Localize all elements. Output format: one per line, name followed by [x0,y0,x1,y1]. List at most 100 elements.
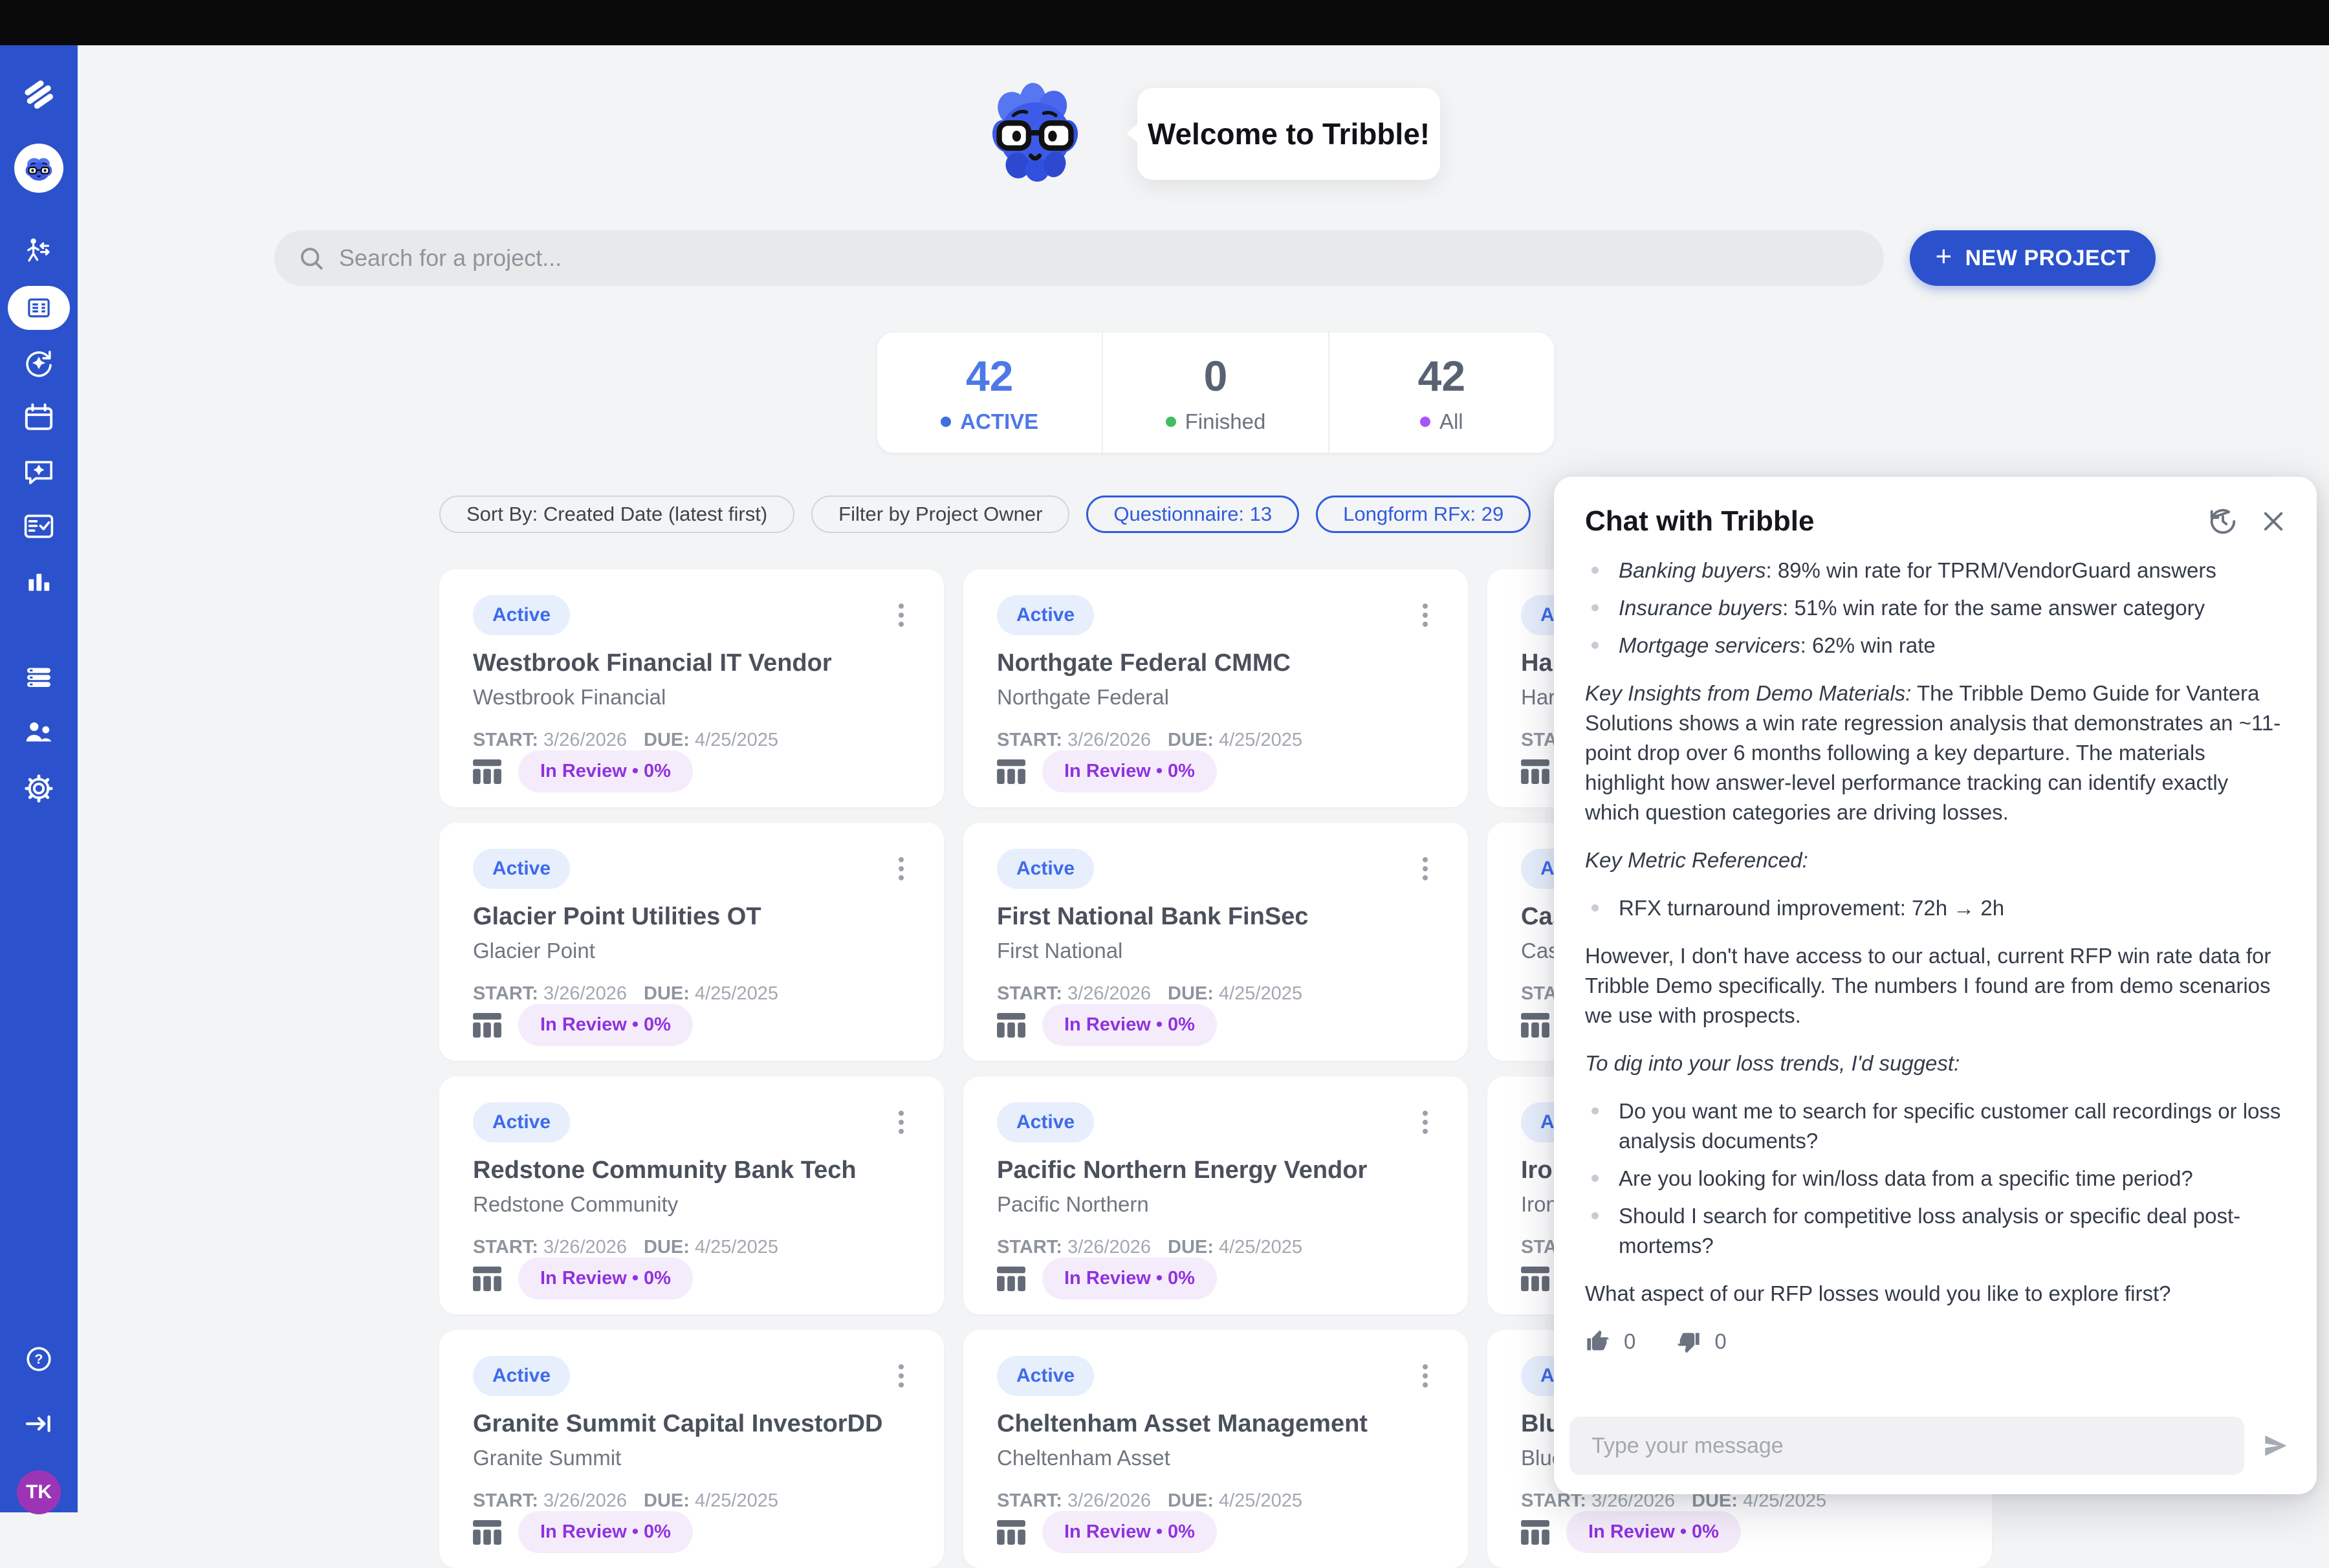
collapse-arrow-icon [19,1404,58,1443]
thumbs-down-count: 0 [1714,1327,1726,1356]
review-progress-badge: In Review • 0% [1042,1258,1217,1300]
start-date: 3/26/2026 [543,983,627,1004]
user-avatar[interactable]: TK [13,1466,65,1518]
project-card[interactable]: ActiveNorthgate Federal CMMCNorthgate Fe… [963,569,1468,807]
start-date: 3/26/2026 [543,1490,627,1511]
welcome-text: Welcome to Tribble! [1148,116,1430,151]
project-card[interactable]: ActiveRedstone Community Bank TechRedsto… [439,1076,944,1314]
chat-bullet: Insurance buyers: 51% win rate for the s… [1585,593,2288,623]
sort-by-chip[interactable]: Sort By: Created Date (latest first) [439,495,794,533]
project-card[interactable]: ActiveFirst National Bank FinSecFirst Na… [963,823,1468,1061]
checklist-icon [19,506,58,545]
thumbs-up-icon[interactable] [1585,1329,1611,1355]
due-date: 4/25/2025 [1219,730,1302,750]
sidebar-item-review[interactable] [13,500,65,552]
stat-active[interactable]: 42 ACTIVE [877,332,1102,453]
table-icon [997,1013,1025,1038]
sidebar-item-settings[interactable] [13,763,65,814]
stat-all-label: All [1439,409,1463,434]
project-title: Glacier Point Utilities OT [473,903,910,931]
project-title: Granite Summit Capital InvestorDD [473,1410,910,1438]
new-project-label: NEW PROJECT [1965,246,2130,271]
table-icon [473,1267,501,1291]
message-feedback: 0 0 [1585,1327,2288,1356]
project-title: Cheltenham Asset Management [997,1410,1434,1438]
kebab-menu-icon[interactable] [1416,1360,1434,1391]
sidebar-item-calendar[interactable] [13,392,65,444]
mascot-avatar[interactable] [13,142,65,194]
chat-input-row [1554,1402,2317,1494]
project-card[interactable]: ActiveCheltenham Asset ManagementChelten… [963,1330,1468,1568]
history-icon [2208,506,2238,536]
status-badge: Active [473,849,570,889]
project-card[interactable]: Active Glacier Point Utilities OT Glacier … [439,823,944,1061]
chat-bullet: Should I search for competitive loss ana… [1585,1201,2288,1261]
stat-finished[interactable]: 0 Finished [1102,332,1328,453]
sidebar-item-help[interactable]: ? [13,1333,65,1385]
review-progress-badge: In Review • 0% [1042,750,1217,792]
all-dot [1420,417,1430,427]
chat-para: Key Metric Referenced: [1585,845,2288,875]
tribble-mascot [981,76,1089,185]
kebab-menu-icon[interactable] [1416,1107,1434,1138]
project-dates: START: 3/26/2026DUE: 4/25/2025 [473,1237,795,1258]
due-date: 4/25/2025 [1219,1490,1302,1511]
review-progress-badge: In Review • 0% [518,1004,693,1046]
sidebar-item-handoff[interactable] [13,228,65,279]
sidebar-item-projects-active[interactable] [8,286,70,330]
search-bar[interactable] [274,230,1884,286]
mascot-face-icon [19,149,58,188]
thumbs-down-icon[interactable] [1676,1329,1701,1355]
filter-owner-chip[interactable]: Filter by Project Owner [811,495,1069,533]
kebab-menu-icon[interactable] [892,853,910,884]
stat-finished-label: Finished [1185,409,1266,434]
table-icon [1521,1013,1549,1038]
project-client: Glacier Point [473,939,910,963]
mascot-avatar-circle [14,144,63,193]
search-input[interactable] [339,245,1861,272]
send-button[interactable] [2251,1421,2300,1470]
stat-all-value: 42 [1418,351,1465,400]
top-bar [0,0,2329,45]
project-card[interactable]: ActivePacific Northern Energy VendorPaci… [963,1076,1468,1314]
chat-para: What aspect of our RFP losses would you … [1585,1279,2288,1309]
project-client: First National [997,939,1434,963]
table-icon [997,1520,1025,1545]
sidebar: ? TK [0,45,78,1512]
chat-para: However, I don't have access to our actu… [1585,941,2288,1030]
chat-history-button[interactable] [2208,506,2238,536]
project-card[interactable]: ActiveGranite Summit Capital InvestorDDG… [439,1330,944,1568]
kebab-menu-icon[interactable] [892,1107,910,1138]
project-client: Redstone Community [473,1192,910,1217]
sync-sparkle-icon [19,343,58,382]
kebab-menu-icon[interactable] [892,600,910,631]
bar-chart-icon [19,562,58,601]
sidebar-item-chat[interactable] [13,446,65,498]
kebab-menu-icon[interactable] [892,1360,910,1391]
user-avatar-initials: TK [17,1470,61,1514]
kebab-menu-icon[interactable] [1416,853,1434,884]
sidebar-item-sync[interactable] [13,337,65,389]
new-project-button[interactable]: + NEW PROJECT [1910,230,2156,286]
chat-message-input[interactable] [1569,1417,2244,1475]
stat-active-label: ACTIVE [960,409,1038,434]
tribble-logo[interactable] [13,69,65,120]
start-date: 3/26/2026 [1067,983,1151,1004]
stat-all[interactable]: 42 All [1328,332,1554,453]
sidebar-item-team[interactable] [13,707,65,759]
chat-bullet: Banking buyers: 89% win rate for TPRM/Ve… [1585,556,2288,585]
stat-finished-value: 0 [1204,351,1228,400]
send-icon [2262,1432,2289,1459]
sidebar-item-data[interactable] [13,651,65,703]
active-dot [941,417,951,427]
projects-list-icon [21,290,56,325]
table-icon [1521,1267,1549,1291]
kebab-menu-icon[interactable] [1416,600,1434,631]
project-card[interactable]: ActiveWestbrook Financial IT VendorWestb… [439,569,944,807]
chat-close-button[interactable] [2258,506,2288,536]
sidebar-item-collapse[interactable] [13,1398,65,1450]
longform-rfx-chip[interactable]: Longform RFx: 29 [1316,495,1531,533]
questionnaire-chip[interactable]: Questionnaire: 13 [1086,495,1299,533]
sidebar-item-analytics[interactable] [13,556,65,607]
project-dates: START: 3/26/2026DUE: 4/25/2025 [473,1490,795,1512]
